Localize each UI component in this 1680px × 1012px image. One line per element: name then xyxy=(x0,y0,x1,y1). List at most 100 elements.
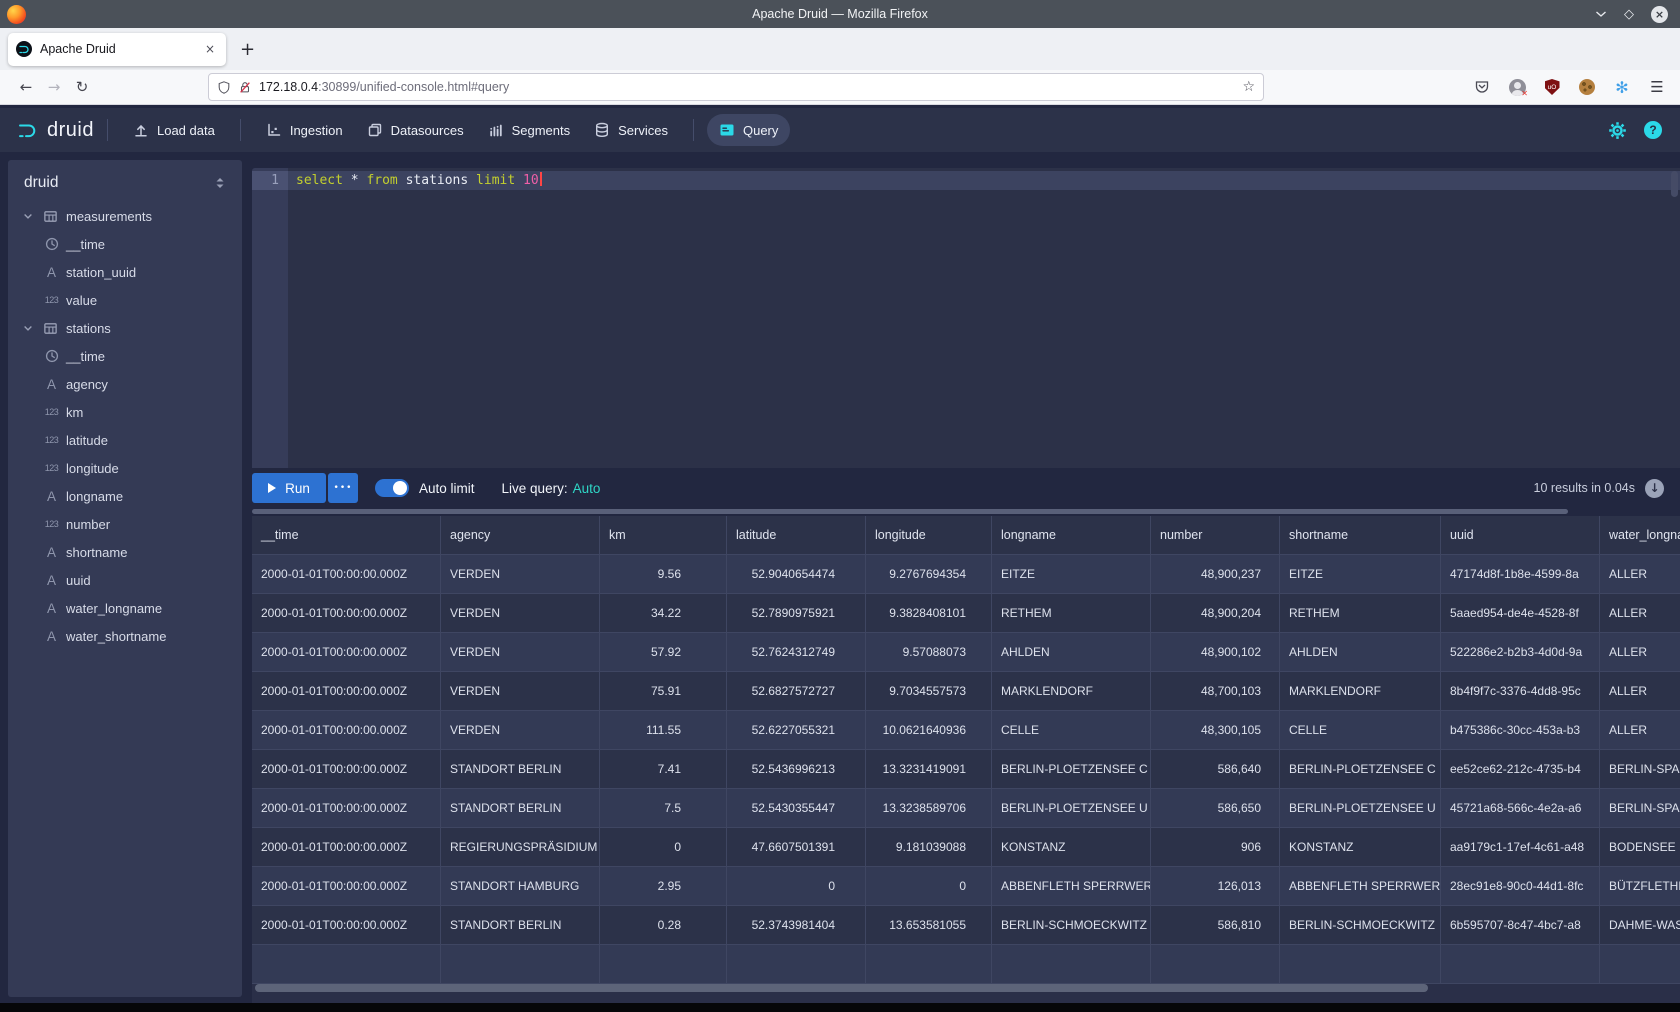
column-header-longname[interactable]: longname xyxy=(992,516,1151,555)
table-cell[interactable]: 0 xyxy=(866,867,992,906)
double-caret-sort-icon[interactable] xyxy=(214,176,226,190)
table-cell[interactable]: RETHEM xyxy=(992,594,1151,633)
table-cell[interactable]: 52.7890975921 xyxy=(727,594,866,633)
table-cell[interactable]: 7.41 xyxy=(600,750,727,789)
table-cell[interactable]: 0 xyxy=(727,867,866,906)
table-cell[interactable]: 48,300,105 xyxy=(1151,711,1280,750)
ublock-icon[interactable]: uO xyxy=(1543,78,1561,96)
table-cell[interactable]: b475386c-30cc-453a-b3 xyxy=(1441,711,1600,750)
sidebar-column-longitude[interactable]: 123longitude xyxy=(8,454,242,482)
table-cell[interactable]: 0.28 xyxy=(600,906,727,945)
table-cell[interactable]: 0 xyxy=(600,828,727,867)
table-cell[interactable]: 586,640 xyxy=(1151,750,1280,789)
column-header-shortname[interactable]: shortname xyxy=(1280,516,1441,555)
help-icon[interactable]: ? xyxy=(1644,121,1662,139)
table-cell[interactable]: STANDORT HAMBURG xyxy=(441,867,600,906)
table-cell[interactable]: VERDEN xyxy=(441,711,600,750)
sidebar-column-agency[interactable]: Aagency xyxy=(8,370,242,398)
table-cell[interactable]: VERDEN xyxy=(441,633,600,672)
table-cell[interactable]: AHLDEN xyxy=(992,633,1151,672)
table-cell[interactable]: BERLIN-SCHMOECKWITZ xyxy=(992,906,1151,945)
cookie-icon[interactable] xyxy=(1578,78,1596,96)
sidebar-column-water_shortname[interactable]: Awater_shortname xyxy=(8,622,242,650)
table-cell[interactable]: KONSTANZ xyxy=(992,828,1151,867)
table-cell[interactable]: 5aaed954-de4e-4528-8f xyxy=(1441,594,1600,633)
table-cell[interactable]: ALLER xyxy=(1600,633,1680,672)
table-cell[interactable]: 126,013 xyxy=(1151,867,1280,906)
table-cell[interactable]: 522286e2-b2b3-4d0d-9a xyxy=(1441,633,1600,672)
table-cell[interactable]: EITZE xyxy=(1280,555,1441,594)
forward-button[interactable]: → xyxy=(40,78,68,96)
column-header-__time[interactable]: __time xyxy=(252,516,441,555)
table-cell[interactable]: REGIERUNGSPRÄSIDIUM xyxy=(441,828,600,867)
table-cell[interactable]: 586,650 xyxy=(1151,789,1280,828)
sidebar-column-value[interactable]: 123value xyxy=(8,286,242,314)
table-cell[interactable]: 45721a68-566c-4e2a-a6 xyxy=(1441,789,1600,828)
table-cell[interactable]: 906 xyxy=(1151,828,1280,867)
table-cell[interactable]: 6b595707-8c47-4bc7-a8 xyxy=(1441,906,1600,945)
tab-apache-druid[interactable]: Apache Druid × xyxy=(8,33,226,66)
table-cell[interactable]: 9.57088073 xyxy=(866,633,992,672)
table-cell[interactable]: 2000-01-01T00:00:00.000Z xyxy=(252,594,441,633)
nav-item-ingestion[interactable]: Ingestion xyxy=(254,114,355,146)
nav-item-datasources[interactable]: Datasources xyxy=(355,114,476,146)
table-cell[interactable]: 111.55 xyxy=(600,711,727,750)
table-cell[interactable]: 9.181039088 xyxy=(866,828,992,867)
table-cell[interactable]: 2000-01-01T00:00:00.000Z xyxy=(252,633,441,672)
table-cell[interactable]: 586,810 xyxy=(1151,906,1280,945)
table-cell[interactable]: ee52ce62-212c-4735-b4 xyxy=(1441,750,1600,789)
table-cell[interactable]: 2000-01-01T00:00:00.000Z xyxy=(252,906,441,945)
table-cell[interactable]: CELLE xyxy=(1280,711,1441,750)
settings-gear-icon[interactable] xyxy=(1608,121,1627,140)
table-cell[interactable]: 2000-01-01T00:00:00.000Z xyxy=(252,828,441,867)
sidebar-column-water_longname[interactable]: Awater_longname xyxy=(8,594,242,622)
sql-editor[interactable]: 1 select * from stations limit 10 xyxy=(252,168,1680,468)
chevron-down-icon[interactable] xyxy=(22,322,36,334)
table-cell[interactable]: 48,900,204 xyxy=(1151,594,1280,633)
table-cell[interactable]: ABBENFLETH SPERRWERK xyxy=(1280,867,1441,906)
column-header-longitude[interactable]: longitude xyxy=(866,516,992,555)
chevron-down-icon[interactable] xyxy=(22,210,36,222)
table-cell[interactable]: EITZE xyxy=(992,555,1151,594)
more-options-button[interactable]: ••• xyxy=(328,473,358,503)
table-cell[interactable]: 75.91 xyxy=(600,672,727,711)
run-button[interactable]: Run xyxy=(252,473,326,503)
table-cell[interactable]: ABBENFLETH SPERRWERK xyxy=(992,867,1151,906)
table-cell[interactable]: VERDEN xyxy=(441,594,600,633)
sidebar-column-km[interactable]: 123km xyxy=(8,398,242,426)
table-cell[interactable]: ALLER xyxy=(1600,672,1680,711)
table-cell[interactable]: VERDEN xyxy=(441,555,600,594)
table-cell[interactable]: 52.9040654474 xyxy=(727,555,866,594)
table-cell[interactable]: 28ec91e8-90c0-44d1-8fc xyxy=(1441,867,1600,906)
table-cell[interactable]: 9.56 xyxy=(600,555,727,594)
table-cell[interactable]: 52.3743981404 xyxy=(727,906,866,945)
url-bar[interactable]: 172.18.0.4:30899/unified-console.html#qu… xyxy=(208,73,1264,101)
table-cell[interactable]: 9.7034557573 xyxy=(866,672,992,711)
sidebar-column-shortname[interactable]: Ashortname xyxy=(8,538,242,566)
extension-asterisk-icon[interactable]: ✻ xyxy=(1613,78,1631,96)
column-header-water_longname[interactable]: water_longname xyxy=(1600,516,1680,555)
table-cell[interactable]: 52.6227055321 xyxy=(727,711,866,750)
table-cell[interactable]: 48,900,102 xyxy=(1151,633,1280,672)
table-cell[interactable]: 2000-01-01T00:00:00.000Z xyxy=(252,750,441,789)
new-tab-button[interactable]: + xyxy=(240,39,255,60)
table-cell[interactable]: 9.3828408101 xyxy=(866,594,992,633)
live-query-value[interactable]: Auto xyxy=(573,481,601,496)
table-cell[interactable]: 13.653581055 xyxy=(866,906,992,945)
download-icon[interactable]: ↓ xyxy=(1645,479,1664,498)
table-cell[interactable]: 47174d8f-1b8e-4599-8a xyxy=(1441,555,1600,594)
table-cell[interactable]: BERLIN-SPANDAUER-S xyxy=(1600,789,1680,828)
bookmark-star-icon[interactable]: ☆ xyxy=(1242,79,1255,95)
query-text[interactable]: select * from stations limit 10 xyxy=(296,171,542,190)
column-header-latitude[interactable]: latitude xyxy=(727,516,866,555)
table-cell[interactable]: 7.5 xyxy=(600,789,727,828)
nav-item-services[interactable]: Services xyxy=(582,114,680,146)
schema-name[interactable]: druid xyxy=(24,174,214,192)
table-cell[interactable]: BERLIN-SCHMOECKWITZ xyxy=(1280,906,1441,945)
sidebar-column-longname[interactable]: Alongname xyxy=(8,482,242,510)
table-cell[interactable]: BERLIN-PLOETZENSEE C xyxy=(1280,750,1441,789)
nav-item-query[interactable]: Query xyxy=(707,114,790,146)
table-cell[interactable]: DAHME-WASSERSTRAS xyxy=(1600,906,1680,945)
table-cell[interactable]: 34.22 xyxy=(600,594,727,633)
table-cell[interactable]: 8b4f9f7c-3376-4dd8-95c xyxy=(1441,672,1600,711)
